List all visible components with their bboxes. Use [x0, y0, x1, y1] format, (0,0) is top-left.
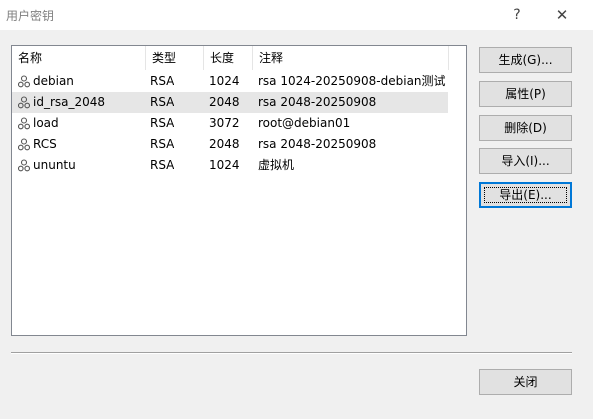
- list-header: 名称 类型 长度 注释: [12, 46, 466, 70]
- table-row[interactable]: RCS RSA 2048 rsa 2048-20250908: [12, 134, 448, 155]
- window-title: 用户密钥: [6, 9, 55, 23]
- properties-button[interactable]: 属性(P): [479, 81, 572, 107]
- table-row[interactable]: debian RSA 1024 rsa 1024-20250908-debian…: [12, 71, 448, 92]
- row-comment: 虚拟机: [258, 158, 295, 172]
- row-name: id_rsa_2048: [33, 95, 106, 109]
- close-button[interactable]: 关闭: [479, 369, 572, 395]
- row-type: RSA: [150, 116, 175, 130]
- key-icon: [18, 159, 30, 172]
- row-comment: rsa 1024-20250908-debian测试: [258, 74, 446, 88]
- key-icon: [18, 96, 30, 109]
- row-comment: rsa 2048-20250908: [258, 95, 377, 109]
- row-length: 1024: [209, 158, 240, 172]
- close-window-button[interactable]: ✕: [548, 3, 576, 27]
- column-header-length[interactable]: 长度: [204, 46, 253, 70]
- title-bar: 用户密钥 ? ✕: [0, 0, 593, 30]
- row-type: RSA: [150, 137, 175, 151]
- table-row[interactable]: ununtu RSA 1024 虚拟机: [12, 155, 448, 176]
- column-header-type[interactable]: 类型: [146, 46, 204, 70]
- key-list[interactable]: 名称 类型 长度 注释 debian RSA 1024 rsa 1024-202…: [11, 45, 467, 336]
- generate-button[interactable]: 生成(G)...: [479, 47, 572, 73]
- delete-button[interactable]: 删除(D): [479, 115, 572, 141]
- column-header-name[interactable]: 名称: [12, 46, 146, 70]
- row-name: load: [33, 116, 59, 130]
- separator: [11, 352, 572, 354]
- row-type: RSA: [150, 158, 175, 172]
- row-name: RCS: [33, 137, 57, 151]
- row-length: 2048: [209, 137, 240, 151]
- help-button[interactable]: ?: [505, 3, 529, 27]
- row-length: 1024: [209, 74, 240, 88]
- row-comment: root@debian01: [258, 116, 351, 130]
- row-comment: rsa 2048-20250908: [258, 137, 377, 151]
- import-button[interactable]: 导入(I)...: [479, 148, 572, 174]
- key-icon: [18, 75, 30, 88]
- key-icon: [18, 117, 30, 130]
- row-length: 2048: [209, 95, 240, 109]
- row-type: RSA: [150, 95, 175, 109]
- column-header-comment[interactable]: 注释: [253, 46, 449, 70]
- row-name: debian: [33, 74, 74, 88]
- row-name: ununtu: [33, 158, 76, 172]
- header-filler: [449, 46, 466, 70]
- export-button[interactable]: 导出(E)...: [479, 182, 572, 208]
- focus-outline: [484, 187, 567, 203]
- table-row[interactable]: load RSA 3072 root@debian01: [12, 113, 448, 134]
- key-icon: [18, 138, 30, 151]
- row-type: RSA: [150, 74, 175, 88]
- row-length: 3072: [209, 116, 240, 130]
- table-row[interactable]: id_rsa_2048 RSA 2048 rsa 2048-20250908: [12, 92, 448, 113]
